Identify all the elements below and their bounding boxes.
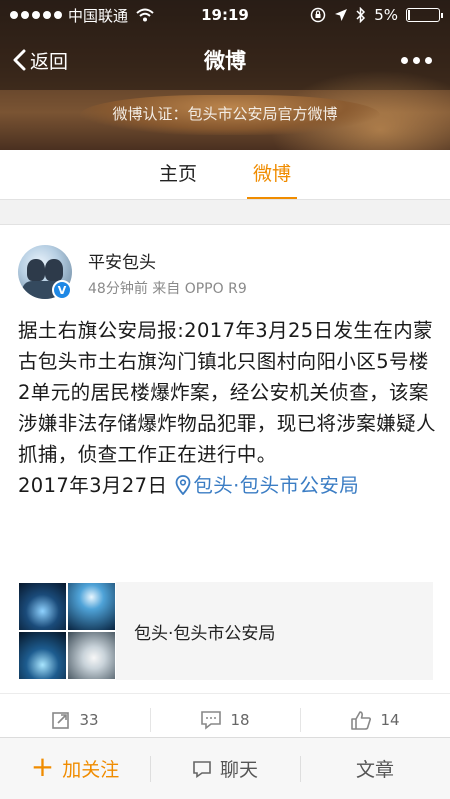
- thumbs-up-icon: [351, 710, 372, 730]
- location-link-card[interactable]: 包头·包头市公安局: [18, 582, 433, 680]
- article-button[interactable]: 文章: [300, 738, 450, 799]
- signal-strength-icon: [10, 11, 62, 19]
- post-body: 据土右旗公安局报:2017年3月25日发生在内蒙古包头市土右旗沟门镇北只图村向阳…: [18, 315, 438, 501]
- location-link[interactable]: 包头·包头市公安局: [193, 474, 359, 497]
- chat-button[interactable]: 聊天: [150, 738, 300, 799]
- tab-home[interactable]: 主页: [149, 150, 207, 199]
- wifi-icon: [136, 8, 154, 22]
- plus-icon: +: [30, 750, 55, 783]
- more-options-icon[interactable]: [401, 56, 432, 64]
- chat-label: 聊天: [219, 759, 258, 781]
- nav-bar: 返回 微博: [0, 38, 450, 82]
- chat-icon: [193, 760, 211, 778]
- repost-icon: [52, 711, 70, 729]
- post-text: 据土右旗公安局报:2017年3月25日发生在内蒙古包头市土右旗沟门镇北只图村向阳…: [18, 319, 436, 466]
- profile-tabs: 主页 微博: [0, 150, 450, 200]
- link-card-title: 包头·包头市公安局: [134, 623, 276, 644]
- follow-button[interactable]: + 加关注: [0, 738, 150, 799]
- post-date: 2017年3月27日: [18, 474, 168, 497]
- weibo-profile-page: 中国联通 19:19 5% 返回 微博 微博认证：包头市公安局官方微博 主页 微…: [0, 0, 450, 799]
- verification-text: 微博认证：包头市公安局官方微博: [112, 105, 338, 123]
- article-label: 文章: [355, 759, 394, 781]
- location-pin-icon: [175, 475, 191, 495]
- location-thumbnail: [18, 582, 116, 680]
- weibo-post-card: V 平安包头 48分钟前 来自 OPPO R9 据土右旗公安局报:2017年3月…: [0, 224, 450, 744]
- post-author[interactable]: 平安包头: [88, 248, 156, 273]
- tab-weibo[interactable]: 微博: [243, 150, 301, 199]
- verified-badge-icon: V: [52, 280, 72, 300]
- rotation-lock-icon: [310, 7, 326, 23]
- comment-count: 18: [230, 710, 250, 729]
- follow-label: 加关注: [62, 759, 120, 781]
- post-meta: 48分钟前 来自 OPPO R9: [88, 281, 247, 297]
- battery-fill: [408, 10, 410, 20]
- repost-count: 33: [79, 710, 99, 729]
- like-count: 14: [380, 710, 400, 729]
- battery-percent: 5%: [374, 6, 398, 24]
- back-button[interactable]: 返回: [0, 47, 68, 74]
- location-arrow-icon: [335, 9, 348, 21]
- chevron-left-icon: [13, 49, 26, 71]
- battery-icon: [406, 8, 443, 22]
- comment-icon: [201, 710, 222, 730]
- status-bar: 中国联通 19:19 5%: [0, 0, 450, 30]
- back-label: 返回: [30, 50, 69, 73]
- carrier-name: 中国联通: [68, 6, 129, 25]
- bottom-toolbar: + 加关注 聊天 文章: [0, 737, 450, 799]
- bluetooth-icon: [356, 7, 366, 23]
